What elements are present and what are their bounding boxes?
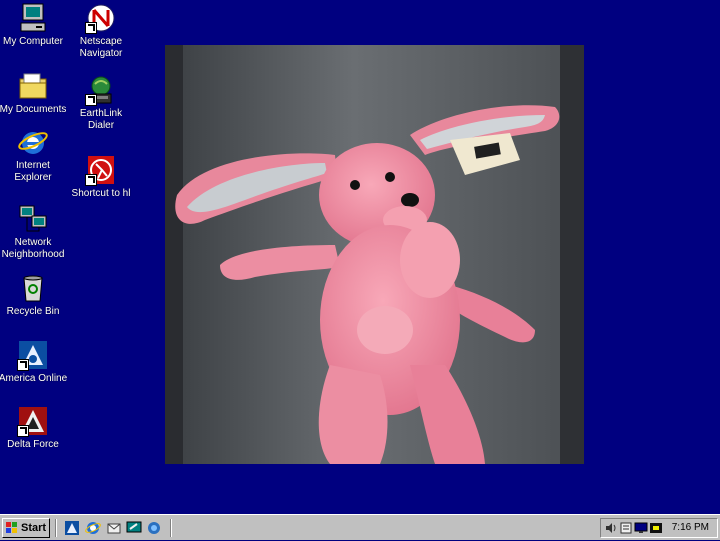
icon-label: Network Neighborhood	[1, 237, 65, 260]
outlook-icon[interactable]	[106, 520, 122, 536]
start-button[interactable]: Start	[2, 518, 50, 538]
ie-icon	[17, 126, 49, 158]
taskbar-separator	[170, 519, 172, 537]
shortcut-arrow-icon	[85, 174, 97, 186]
icon-label: Recycle Bin	[6, 306, 60, 317]
clock[interactable]: 7:16 PM	[672, 521, 709, 535]
recycle-bin-icon	[17, 272, 49, 304]
computer-icon	[17, 2, 49, 34]
desktop: My Computer My Documents Internet Explor…	[0, 0, 720, 514]
icon-label: Delta Force	[7, 439, 59, 450]
shortcut-to-hl-icon-item[interactable]: Shortcut to hl	[62, 154, 140, 200]
netscape-navigator-icon-item[interactable]: Netscape Navigator	[62, 2, 140, 60]
icon-label: Shortcut to hl	[71, 188, 131, 199]
icon-label: America Online	[0, 373, 68, 384]
delta-force-icon-item[interactable]: Delta Force	[0, 405, 72, 451]
display-icon[interactable]	[649, 521, 663, 535]
netscape-icon	[85, 2, 117, 34]
icon-label: EarthLink Dialer	[79, 108, 123, 131]
system-tray: 7:16 PM	[600, 518, 718, 538]
start-label: Start	[21, 522, 47, 534]
network-neighborhood-icon-item[interactable]: Network Neighborhood	[0, 203, 72, 261]
icon-label: Netscape Navigator	[79, 36, 123, 59]
taskbar-separator	[55, 519, 57, 537]
earthlink-dialer-icon-item[interactable]: EarthLink Dialer	[62, 74, 140, 132]
earthlink-icon	[85, 74, 117, 106]
wallpaper-image	[165, 45, 584, 464]
delta-force-icon	[17, 405, 49, 437]
icon-label: Internet Explorer	[14, 160, 52, 183]
shortcut-arrow-icon	[85, 94, 97, 106]
network-icon	[17, 203, 49, 235]
desktop-icon[interactable]	[126, 520, 142, 536]
shortcut-arrow-icon	[17, 425, 29, 437]
folder-icon	[17, 70, 49, 102]
taskbar: Start 7:16 PM	[0, 514, 720, 540]
channels-icon[interactable]	[146, 520, 162, 536]
windows-logo-icon	[6, 522, 18, 534]
speaker-icon[interactable]	[604, 521, 618, 535]
monitor-icon[interactable]	[634, 521, 648, 535]
ie-icon[interactable]	[85, 520, 101, 536]
halflife-icon	[85, 154, 117, 186]
shortcut-arrow-icon	[85, 22, 97, 34]
aol-icon[interactable]	[64, 520, 80, 536]
aol-icon	[17, 339, 49, 371]
shortcut-arrow-icon	[17, 359, 29, 371]
recycle-bin-icon-item[interactable]: Recycle Bin	[0, 272, 72, 318]
scheduler-icon[interactable]	[619, 521, 633, 535]
america-online-icon-item[interactable]: America Online	[0, 339, 72, 385]
